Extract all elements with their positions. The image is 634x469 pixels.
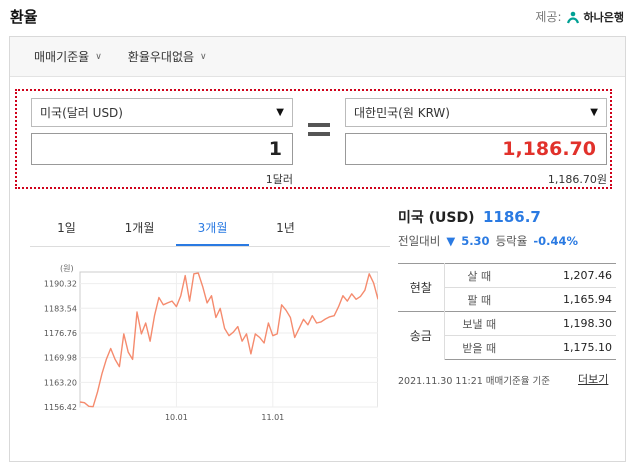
y-tick-label: 1190.32 (44, 280, 77, 289)
timestamp: 2021.11.30 11:21 매매기준율 기준 (398, 376, 551, 387)
dropdown-arrow-icon: ▼ (276, 107, 284, 118)
receive-label: 받을 때 (444, 335, 514, 360)
preferential-label: 환율우대없음 (127, 50, 195, 64)
cash-buy-label: 살 때 (444, 263, 514, 288)
x-tick-label: 11.01 (261, 413, 284, 422)
from-currency-label: 미국(달러 USD) (40, 106, 123, 120)
exchange-card: 매매기준율 ∨ 환율우대없음 ∨ 미국(달러 USD) ▼ 1 1달러 대한민국… (9, 36, 626, 462)
tab-1year[interactable]: 1년 (249, 209, 322, 246)
table-row: 송금 보낼 때 1,198.30 (398, 311, 616, 360)
x-tick-label: 10.01 (165, 413, 188, 422)
from-caption: 1달러 (265, 173, 293, 186)
page-title: 환율 (10, 8, 38, 26)
rate-change: 전일대비 ▼ 5.30 등락율 -0.44% (398, 233, 578, 249)
cash-sell-label: 팔 때 (444, 287, 514, 312)
equals-icon (308, 123, 330, 137)
send-label: 보낼 때 (444, 311, 514, 336)
hana-logo-icon (566, 10, 580, 24)
change-value: 5.30 (461, 234, 490, 248)
transfer-group-label: 송금 (398, 311, 445, 360)
y-tick-label: 1176.76 (44, 329, 77, 338)
to-currency-select[interactable]: 대한민국(원 KRW) ▼ (345, 98, 607, 127)
rate-chart-svg: (원) 1190.32 1183.54 1176.76 1169.98 1163.20 11… (44, 264, 378, 422)
down-arrow-icon: ▼ (446, 234, 456, 248)
to-currency-label: 대한민국(원 KRW) (354, 106, 450, 120)
change-label: 전일대비 (398, 234, 441, 248)
to-caption: 1,186.70원 (547, 173, 607, 186)
rate-currency: 미국 (USD) (398, 210, 475, 226)
rate-table: 현찰 살 때 1,207.46 팔 때 1,165.94 송금 보낼 때 1,1… (398, 263, 616, 360)
unit-label: (원) (60, 264, 74, 273)
dropdown-arrow-icon: ▼ (590, 107, 598, 118)
rate-value: 1186.7 (482, 208, 541, 226)
rate-basis-label: 매매기준율 (34, 50, 90, 64)
cash-sell-value: 1,165.94 (514, 287, 616, 312)
receive-value: 1,175.10 (514, 335, 616, 360)
y-tick-label: 1156.42 (44, 403, 77, 412)
change-rate-label: 등락율 (495, 234, 528, 248)
y-tick-label: 1169.98 (44, 354, 77, 363)
options-bar: 매매기준율 ∨ 환율우대없음 ∨ (10, 37, 625, 77)
rate-basis-dropdown[interactable]: 매매기준율 ∨ (34, 48, 102, 65)
provider-name: 하나은행 (583, 10, 624, 24)
chevron-down-icon: ∨ (95, 51, 102, 62)
converter-panel: 미국(달러 USD) ▼ 1 1달러 대한민국(원 KRW) ▼ 1,186.7… (15, 89, 612, 189)
chevron-down-icon: ∨ (200, 51, 207, 62)
provider-info: 제공: 하나은행 (535, 8, 624, 25)
period-tabs: 1일 1개월 3개월 1년 (30, 209, 390, 247)
more-link[interactable]: 더보기 (578, 371, 608, 387)
from-amount-input[interactable]: 1 (31, 133, 293, 165)
cash-group-label: 현찰 (398, 263, 445, 312)
send-value: 1,198.30 (514, 311, 616, 336)
y-tick-label: 1163.20 (44, 378, 77, 387)
provider-label: 제공: (535, 10, 562, 24)
to-amount-input[interactable]: 1,186.70 (345, 133, 607, 165)
cash-buy-value: 1,207.46 (514, 263, 616, 288)
from-currency-select[interactable]: 미국(달러 USD) ▼ (31, 98, 293, 127)
tab-1day[interactable]: 1일 (30, 209, 103, 246)
rate-chart: (원) 1190.32 1183.54 1176.76 1169.98 1163.20 11… (30, 262, 378, 427)
y-tick-label: 1183.54 (44, 304, 77, 313)
table-row: 현찰 살 때 1,207.46 (398, 263, 616, 312)
preferential-dropdown[interactable]: 환율우대없음 ∨ (128, 48, 207, 65)
change-rate: -0.44% (533, 234, 578, 248)
tab-3month[interactable]: 3개월 (176, 209, 249, 246)
current-rate: 미국 (USD) 1186.7 (398, 207, 541, 227)
tab-1month[interactable]: 1개월 (103, 209, 176, 246)
